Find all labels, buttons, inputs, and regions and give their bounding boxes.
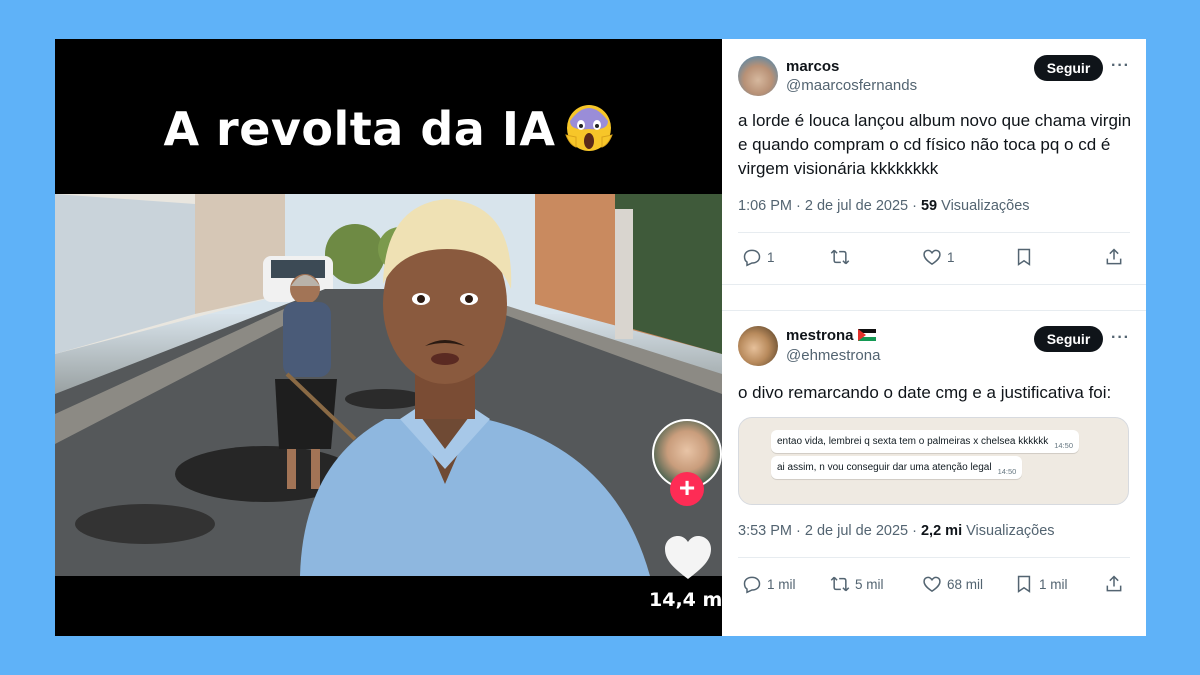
chat-message: entao vida, lembrei q sexta tem o palmei… [771, 430, 1080, 453]
bookmark-button[interactable]: 1 mil [1014, 572, 1068, 596]
video-title: A revolta da IA [55, 101, 722, 156]
views-count: 59 [920, 198, 938, 214]
heart-icon [923, 576, 941, 592]
tweets-panel: marcos @maarcosfernands Seguir ··· a lor… [722, 39, 1146, 636]
reply-icon [743, 249, 761, 267]
views-count: 2,2 mi [920, 523, 963, 539]
more-options-icon[interactable]: ··· [1111, 330, 1129, 349]
follow-button[interactable]: Seguir [1034, 326, 1103, 352]
tweet-actions: 1 1 [738, 245, 1130, 269]
retweet-icon [830, 576, 850, 592]
tweet-mestrona[interactable]: mestrona @ehmestrona Seguir ··· o divo r… [722, 310, 1146, 636]
bookmark-count: 1 mil [1039, 576, 1068, 592]
retweet-button[interactable] [830, 245, 855, 269]
like-count: 1 [947, 249, 955, 265]
street-illustration [55, 194, 722, 576]
tweet-timestamp[interactable]: 1:06 PM · 2 de jul de 2025 · [738, 198, 921, 214]
chat-message: ai assim, n vou conseguir dar uma atençã… [771, 456, 1023, 479]
reply-count: 1 [767, 249, 775, 265]
tweet-text: a lorde é louca lançou album novo que ch… [738, 111, 1132, 178]
avatar[interactable] [738, 326, 778, 366]
divider [738, 232, 1130, 233]
chat-message-time: 14:50 [1054, 441, 1074, 450]
tweet-meta: 1:06 PM · 2 de jul de 2025 · 59 Visualiz… [738, 198, 1030, 214]
video-title-text: A revolta da IA [163, 102, 556, 156]
retweet-icon [830, 249, 850, 265]
heart-icon[interactable] [663, 535, 713, 581]
more-options-icon[interactable]: ··· [1111, 58, 1129, 77]
share-button[interactable] [1104, 245, 1129, 269]
avatar[interactable] [738, 56, 778, 96]
user-handle[interactable]: @ehmestrona [786, 347, 880, 364]
palestine-flag-icon [857, 329, 876, 341]
plus-icon[interactable]: + [670, 472, 704, 506]
chat-message-text: ai assim, n vou conseguir dar uma atençã… [777, 462, 992, 473]
views-label: Visualizações [962, 523, 1055, 539]
video-scene-image [55, 194, 722, 576]
video-like-count: 14,4 mil [649, 589, 722, 611]
like-count: 68 mil [947, 576, 984, 592]
tweet-text: o divo remarcando o date cmg e a justifi… [738, 383, 1112, 402]
video-thumbnail[interactable]: A revolta da IA + 14,4 m [55, 39, 722, 636]
face-screaming-in-fear-icon [564, 105, 613, 151]
bookmark-button[interactable] [1014, 245, 1039, 269]
tweet-meta: 3:53 PM · 2 de jul de 2025 · 2,2 mi Visu… [738, 523, 1055, 539]
follow-button[interactable]: Seguir [1034, 55, 1103, 81]
tweet-actions: 1 mil 5 mil 68 mil 1 mil [738, 572, 1130, 596]
retweet-button[interactable]: 5 mil [830, 572, 884, 596]
display-name[interactable]: mestrona [786, 327, 876, 344]
share-button[interactable] [1104, 572, 1129, 596]
share-icon [1106, 248, 1122, 265]
display-name-text: mestrona [786, 327, 854, 344]
reply-button[interactable]: 1 mil [742, 572, 796, 596]
bookmark-icon [1017, 575, 1031, 593]
user-handle[interactable]: @maarcosfernands [786, 77, 917, 94]
like-button[interactable]: 1 [922, 245, 955, 269]
display-name[interactable]: marcos [786, 58, 839, 75]
views-label: Visualizações [937, 198, 1030, 214]
reply-count: 1 mil [767, 576, 796, 592]
heart-icon [923, 249, 941, 265]
bookmark-icon [1017, 248, 1031, 266]
chat-screenshot[interactable]: entao vida, lembrei q sexta tem o palmei… [738, 417, 1129, 505]
reply-button[interactable]: 1 [742, 245, 775, 269]
retweet-count: 5 mil [855, 576, 884, 592]
share-icon [1106, 575, 1122, 592]
chat-message-text: entao vida, lembrei q sexta tem o palmei… [777, 436, 1049, 447]
tweet-timestamp[interactable]: 3:53 PM · 2 de jul de 2025 · [738, 523, 921, 539]
like-button[interactable]: 68 mil [922, 572, 983, 596]
chat-message-time: 14:50 [997, 467, 1017, 476]
reply-icon [743, 576, 761, 594]
divider [738, 557, 1130, 558]
tweet-marcos[interactable]: marcos @maarcosfernands Seguir ··· a lor… [722, 39, 1146, 285]
